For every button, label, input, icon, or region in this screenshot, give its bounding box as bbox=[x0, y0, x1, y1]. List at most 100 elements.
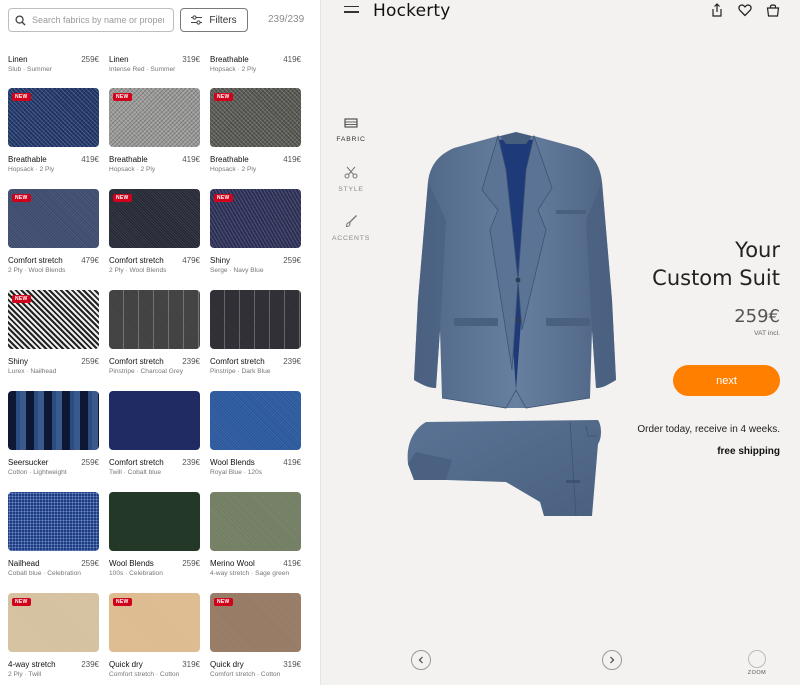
fabric-price: 259€ bbox=[81, 357, 99, 366]
new-badge: NEW bbox=[214, 194, 233, 202]
new-badge: NEW bbox=[12, 598, 31, 606]
next-view-button[interactable] bbox=[602, 650, 622, 670]
new-badge: NEW bbox=[214, 93, 233, 101]
fabric-price: 259€ bbox=[81, 55, 99, 64]
sliders-icon bbox=[191, 15, 203, 25]
fabric-name: Comfort stretch bbox=[109, 357, 164, 366]
search-icon bbox=[15, 14, 26, 26]
chevron-right-icon bbox=[610, 656, 615, 664]
filters-label: Filters bbox=[209, 14, 237, 26]
nav-style[interactable]: STYLE bbox=[321, 166, 381, 193]
nav-fabric-label: FABRIC bbox=[336, 136, 366, 143]
nav-accents[interactable]: ACCENTS bbox=[321, 214, 381, 242]
fabric-icon bbox=[344, 118, 358, 128]
fabric-swatch[interactable]: NEW bbox=[210, 88, 301, 147]
prev-view-button[interactable] bbox=[411, 650, 431, 670]
fabric-swatch[interactable] bbox=[109, 391, 200, 450]
fabric-name: Linen bbox=[8, 55, 28, 64]
fabric-price: 259€ bbox=[182, 559, 200, 568]
fabric-name: Comfort stretch bbox=[8, 256, 63, 265]
new-badge: NEW bbox=[113, 598, 132, 606]
fabric-price: 239€ bbox=[182, 357, 200, 366]
new-badge: NEW bbox=[12, 194, 31, 202]
fabric-name: Breathable bbox=[210, 55, 249, 64]
fabric-swatch[interactable]: NEW bbox=[109, 88, 200, 147]
fabric-swatch[interactable]: NEW bbox=[109, 189, 200, 248]
brush-icon bbox=[345, 215, 357, 228]
fabric-subtitle: Cobalt blue · Celebration bbox=[8, 570, 81, 577]
zoom-button[interactable]: ZOOM bbox=[746, 650, 768, 676]
fabric-swatch[interactable]: NEW bbox=[109, 593, 200, 652]
fabric-price: 479€ bbox=[81, 256, 99, 265]
fabric-swatch[interactable]: NEW bbox=[8, 290, 99, 349]
fabric-name: Linen bbox=[109, 55, 129, 64]
fabric-subtitle: Pinstripe · Charcoal Grey bbox=[109, 368, 184, 375]
fabric-price: 239€ bbox=[283, 357, 301, 366]
nav-fabric[interactable]: FABRIC bbox=[321, 116, 381, 143]
brand-logo[interactable]: Hockerty bbox=[373, 1, 451, 21]
fabric-subtitle: Hopsack · 2 Ply bbox=[210, 166, 257, 173]
menu-icon[interactable] bbox=[344, 6, 359, 16]
zoom-icon bbox=[748, 650, 766, 668]
fabric-subtitle: Slub · Summer bbox=[8, 66, 52, 73]
next-button[interactable]: next bbox=[673, 365, 780, 396]
fabric-price: 419€ bbox=[283, 155, 301, 164]
fabric-name: 4-way stretch bbox=[8, 660, 56, 669]
search-input[interactable] bbox=[32, 15, 164, 25]
filters-button[interactable]: Filters bbox=[180, 8, 248, 32]
fabric-swatch[interactable]: NEW bbox=[8, 593, 99, 652]
fabric-name: Quick dry bbox=[109, 660, 143, 669]
scissors-icon bbox=[344, 166, 358, 179]
fabric-swatch[interactable] bbox=[210, 290, 301, 349]
vat-note: VAT incl. bbox=[753, 330, 780, 337]
fabric-name: Shiny bbox=[8, 357, 29, 366]
fabric-price: 319€ bbox=[182, 55, 200, 64]
fabric-name: Quick dry bbox=[210, 660, 244, 669]
fabric-subtitle: Hopsack · 2 Ply bbox=[8, 166, 55, 173]
product-headline: Your Custom Suit bbox=[652, 236, 780, 292]
fabric-swatch[interactable]: NEW bbox=[210, 189, 301, 248]
fabric-subtitle: Hopsack · 2 Ply bbox=[109, 166, 156, 173]
suit-preview-panel: Hockerty FABRIC STYLE ACCENTS Your Custo… bbox=[321, 0, 800, 685]
search-field[interactable] bbox=[8, 8, 174, 32]
fabric-price: 419€ bbox=[283, 55, 301, 64]
fabric-subtitle: Serge · Navy Blue bbox=[210, 267, 264, 274]
fabric-swatch[interactable] bbox=[210, 492, 301, 551]
fabric-swatch[interactable]: NEW bbox=[8, 189, 99, 248]
share-icon[interactable] bbox=[710, 3, 724, 17]
fabric-price: 259€ bbox=[283, 256, 301, 265]
fabric-subtitle: 2 Ply · Wool Blends bbox=[109, 267, 167, 274]
fabric-name: Comfort stretch bbox=[109, 256, 164, 265]
fabric-price: 319€ bbox=[182, 660, 200, 669]
fabric-swatch[interactable] bbox=[109, 492, 200, 551]
headline-line-2: Custom Suit bbox=[652, 266, 780, 290]
fabric-price: 319€ bbox=[283, 660, 301, 669]
fabric-swatch[interactable] bbox=[8, 492, 99, 551]
fabric-swatch[interactable] bbox=[210, 391, 301, 450]
new-badge: NEW bbox=[12, 93, 31, 101]
fabric-swatch[interactable] bbox=[8, 391, 99, 450]
suit-image bbox=[407, 132, 616, 517]
fabric-subtitle: Comfort stretch · Cotton bbox=[109, 671, 180, 678]
header-actions bbox=[710, 3, 780, 17]
heart-icon[interactable] bbox=[738, 3, 752, 17]
fabric-price: 239€ bbox=[182, 458, 200, 467]
fabric-price: 259€ bbox=[81, 458, 99, 467]
new-badge: NEW bbox=[214, 598, 233, 606]
bag-icon[interactable] bbox=[766, 3, 780, 17]
fabric-subtitle: Lurex · Nailhead bbox=[8, 368, 57, 375]
fabric-subtitle: Hopsack · 2 Ply bbox=[210, 66, 257, 73]
fabric-subtitle: Twill · Cobalt blue bbox=[109, 469, 162, 476]
fabric-subtitle: Cotton · Lightweight bbox=[8, 469, 67, 476]
zoom-label: ZOOM bbox=[747, 670, 767, 676]
fabric-name: Breathable bbox=[109, 155, 148, 164]
fabric-price: 419€ bbox=[81, 155, 99, 164]
fabric-swatch[interactable] bbox=[109, 290, 200, 349]
fabric-subtitle: 4-way stretch · Sage green bbox=[210, 570, 290, 577]
fabric-swatch[interactable]: NEW bbox=[210, 593, 301, 652]
chevron-left-icon bbox=[418, 656, 423, 664]
fabric-name: Comfort stretch bbox=[210, 357, 265, 366]
fabric-price: 479€ bbox=[182, 256, 200, 265]
fabric-price: 259€ bbox=[81, 559, 99, 568]
fabric-swatch[interactable]: NEW bbox=[8, 88, 99, 147]
